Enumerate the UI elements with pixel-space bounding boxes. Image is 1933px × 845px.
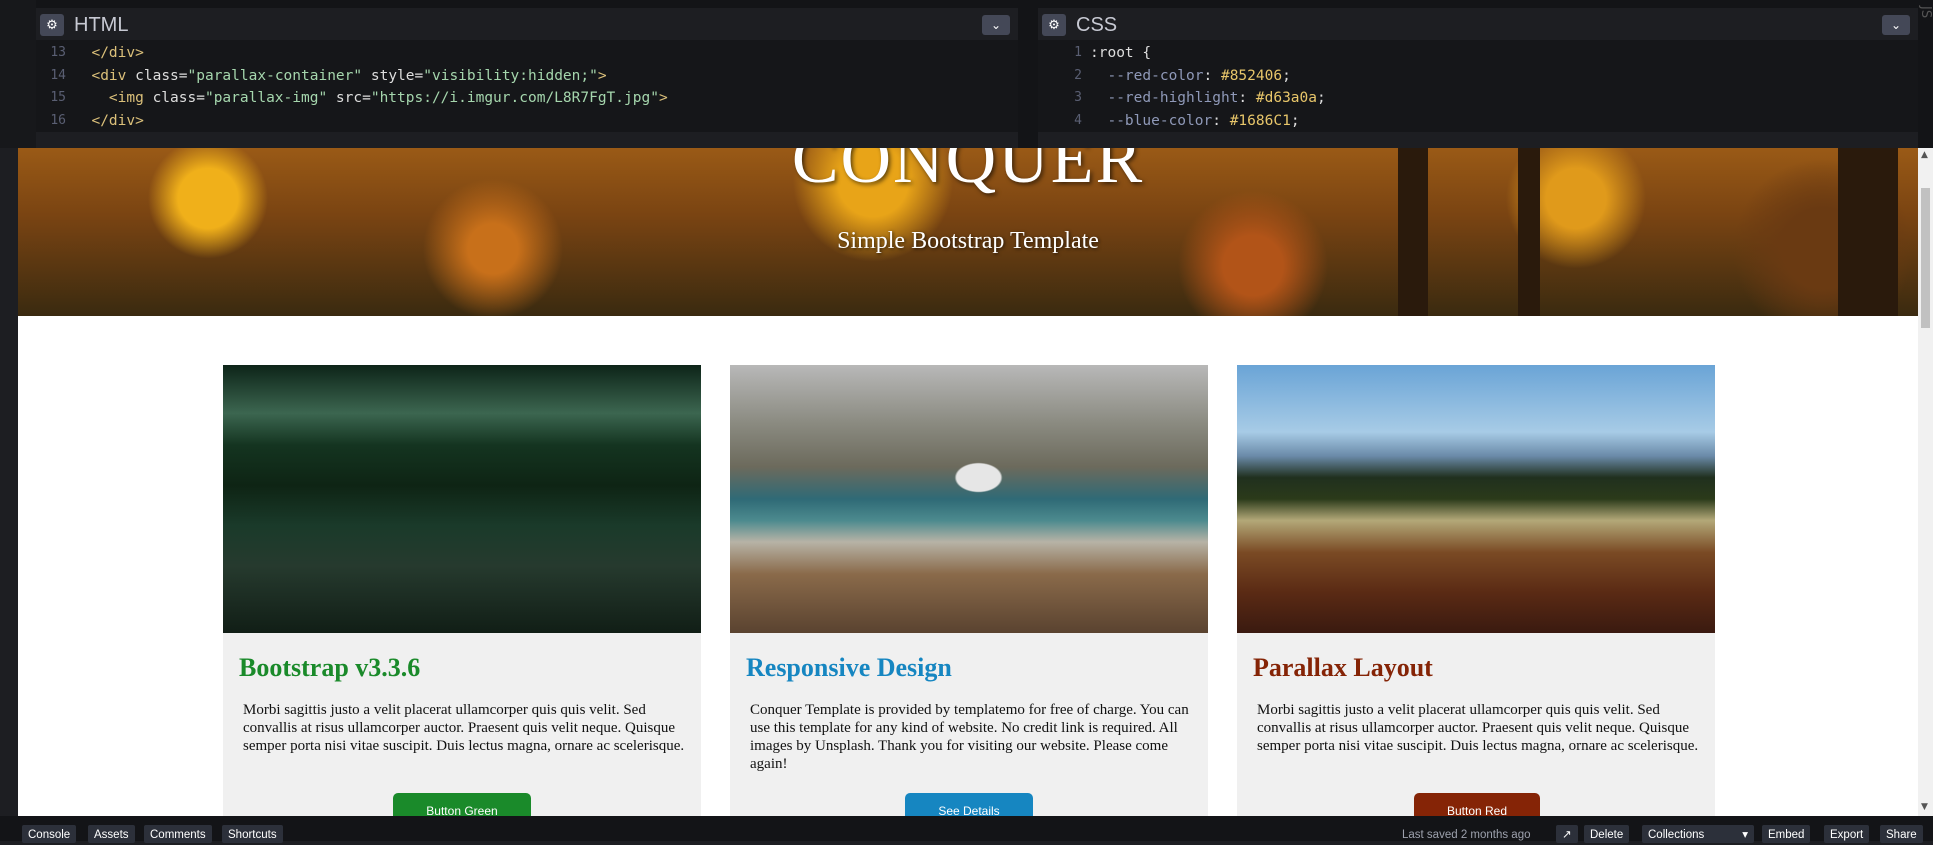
bottom-toolbar: Console Assets Comments Shortcuts Last s…: [0, 816, 1933, 843]
code-line[interactable]: 1 :root {: [1038, 42, 1918, 65]
preview-scrollbar[interactable]: ▲ ▼: [1918, 148, 1933, 816]
code-text: --red-highlight: #d63a0a;: [1107, 90, 1326, 106]
js-pane-tab[interactable]: JS: [1918, 0, 1933, 154]
hero-banner: CONQUER Simple Bootstrap Template: [18, 148, 1918, 316]
css-code-editor[interactable]: 1:root {2 --red-color: #852406; 3 --red-h…: [1038, 40, 1918, 132]
css-pane: ⚙ CSS ⌄ 1:root {2 --red-color: #852406; 3…: [1038, 10, 1918, 132]
code-text: </div>: [91, 112, 144, 129]
gear-icon[interactable]: ⚙: [1042, 14, 1066, 36]
export-button[interactable]: Export: [1824, 825, 1870, 843]
card-title: Bootstrap v3.3.6: [239, 653, 421, 682]
card-title: Parallax Layout: [1253, 653, 1433, 682]
hero-subtitle: Simple Bootstrap Template: [837, 228, 1099, 254]
embed-button[interactable]: Embed: [1762, 825, 1811, 843]
gear-icon[interactable]: ⚙: [40, 14, 64, 36]
assets-button[interactable]: Assets: [88, 825, 135, 843]
card-text: Morbi sagittis justo a velit placerat ul…: [1257, 702, 1699, 754]
scroll-up-icon[interactable]: ▲: [1921, 150, 1928, 160]
pane-resize-handle[interactable]: [1018, 0, 1038, 148]
chevron-down-icon[interactable]: ⌄: [1882, 15, 1910, 35]
code-line[interactable]: 2 --red-color: #852406;: [1038, 65, 1918, 88]
html-pane-title: HTML: [74, 13, 129, 36]
code-line[interactable]: 16 </div>: [36, 110, 1018, 133]
html-pane-header: ⚙ HTML ⌄: [36, 10, 1018, 40]
external-link-icon[interactable]: ↗: [1556, 825, 1578, 843]
chevron-down-icon[interactable]: ⌄: [982, 15, 1010, 35]
code-text: --blue-color: #1686C1;: [1107, 112, 1300, 129]
code-line[interactable]: 13 </div>: [36, 42, 1018, 65]
line-number: 4: [1074, 112, 1082, 128]
card-title: Responsive Design: [746, 653, 952, 682]
hero-title: CONQUER: [791, 148, 1145, 198]
shortcuts-button[interactable]: Shortcuts: [222, 825, 283, 843]
card-image: [223, 365, 701, 633]
code-text: :root {: [1090, 45, 1152, 61]
collections-dropdown[interactable]: Collections ▾: [1642, 825, 1754, 843]
line-number: 14: [50, 67, 66, 83]
line-number: 15: [50, 90, 66, 105]
html-code-editor[interactable]: 13 </div> 14 <div class="parallax-contain…: [36, 40, 1018, 132]
code-line[interactable]: 14 <div class="parallax-container" style…: [36, 65, 1018, 88]
left-gutter: [0, 0, 36, 148]
button-red[interactable]: Button Red: [1414, 793, 1540, 816]
card-text: Conquer Template is provided by template…: [750, 702, 1189, 772]
card-parallax: Parallax Layout Morbi sagittis justo a v…: [1237, 365, 1715, 816]
see-details-button[interactable]: See Details: [905, 793, 1033, 816]
delete-button[interactable]: Delete: [1584, 825, 1630, 843]
editor-area: ⚙ HTML ⌄ 13 </div> 14 <div class="paralla…: [0, 0, 1933, 154]
editor-top-strip: [0, 0, 1933, 8]
card-text: Morbi sagittis justo a velit placerat ul…: [243, 702, 685, 754]
console-button[interactable]: Console: [22, 825, 77, 843]
scroll-down-icon[interactable]: ▼: [1921, 802, 1928, 812]
card-image: [730, 365, 1208, 633]
line-number: 1: [1074, 45, 1082, 60]
code-text: --red-color: #852406;: [1107, 67, 1291, 84]
line-number: 13: [50, 45, 66, 60]
scrollbar-thumb[interactable]: [1921, 188, 1930, 328]
css-pane-title: CSS: [1076, 13, 1118, 36]
line-number: 16: [50, 112, 66, 128]
share-button[interactable]: Share: [1880, 825, 1923, 843]
code-line[interactable]: 4 --blue-color: #1686C1;: [1038, 110, 1918, 133]
code-text: <img class="parallax-img" src="https://i…: [108, 90, 668, 106]
preview-frame: CONQUER Simple Bootstrap Template Bootst…: [18, 148, 1918, 816]
card-responsive: Responsive Design Conquer Template is pr…: [730, 365, 1208, 816]
dropdown-arrow-icon: ▾: [1742, 829, 1748, 841]
code-line[interactable]: 3 --red-highlight: #d63a0a;: [1038, 87, 1918, 110]
comments-button[interactable]: Comments: [144, 825, 212, 843]
html-pane: ⚙ HTML ⌄ 13 </div> 14 <div class="paralla…: [36, 10, 1018, 132]
line-number: 2: [1074, 67, 1082, 83]
code-text: <div class="parallax-container" style="v…: [91, 67, 607, 84]
card-bootstrap: Bootstrap v3.3.6 Morbi sagittis justo a …: [223, 365, 701, 816]
button-green[interactable]: Button Green: [393, 793, 531, 816]
code-text: </div>: [91, 45, 144, 61]
code-line[interactable]: 15 <img class="parallax-img" src="https:…: [36, 87, 1018, 110]
collections-label: Collections: [1648, 829, 1705, 841]
css-pane-header: ⚙ CSS ⌄: [1038, 10, 1918, 40]
line-number: 3: [1074, 90, 1082, 105]
card-image: [1237, 365, 1715, 633]
last-saved-text: Last saved 2 months ago: [1402, 829, 1531, 841]
